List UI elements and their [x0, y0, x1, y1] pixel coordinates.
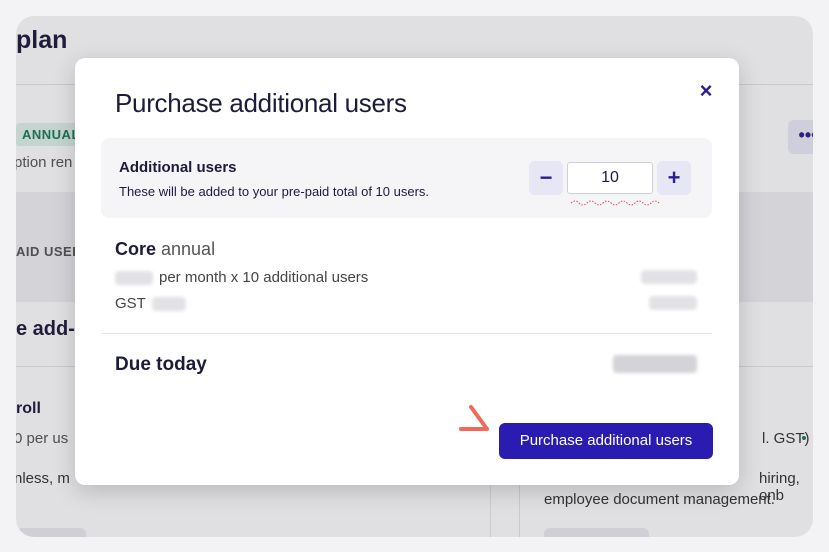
- gst-line: GST: [115, 295, 186, 312]
- plan-name: Core: [115, 239, 157, 259]
- gst-label: GST: [115, 295, 146, 312]
- redacted-amount: [641, 270, 697, 284]
- purchase-users-modal: Purchase additional users × Additional u…: [75, 58, 739, 485]
- core-plan-heading: Core annual: [115, 239, 215, 260]
- quantity-input[interactable]: [567, 162, 653, 194]
- price-line: per month x 10 additional users: [115, 269, 368, 286]
- additional-users-help: These will be added to your pre-paid tot…: [119, 184, 430, 199]
- redacted-price: [115, 270, 153, 285]
- per-month-text: per month x 10 additional users: [159, 269, 369, 286]
- quantity-stepper: − +: [529, 160, 691, 196]
- spellcheck-underline: [570, 200, 660, 206]
- divider: [101, 333, 712, 334]
- modal-title: Purchase additional users: [115, 88, 407, 118]
- due-today-label: Due today: [115, 354, 207, 375]
- increment-button[interactable]: +: [657, 161, 691, 195]
- additional-users-section: Additional users These will be added to …: [101, 138, 712, 218]
- purchase-button[interactable]: Purchase additional users: [499, 423, 713, 459]
- redacted-total: [613, 355, 697, 373]
- plan-term: annual: [161, 239, 216, 259]
- annotation-arrow-icon: [459, 405, 489, 431]
- close-icon[interactable]: ×: [695, 80, 717, 102]
- redacted-gst-rate: [151, 296, 186, 311]
- additional-users-label: Additional users: [119, 159, 237, 176]
- redacted-gst-amount: [649, 296, 697, 310]
- decrement-button[interactable]: −: [529, 161, 563, 195]
